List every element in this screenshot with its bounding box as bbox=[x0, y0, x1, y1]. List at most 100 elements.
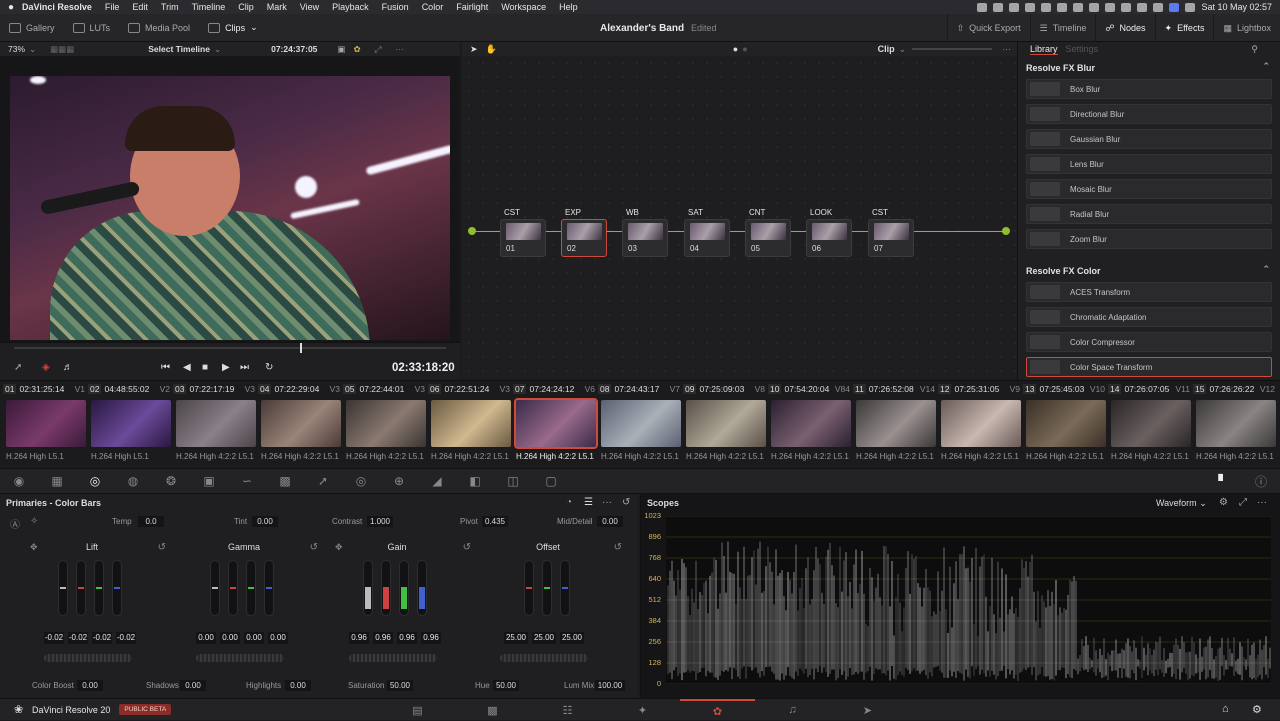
color-page-icon[interactable]: ✿ bbox=[680, 699, 755, 721]
output-node-dot[interactable] bbox=[1002, 227, 1010, 235]
auto-balance-icon[interactable]: Ⓐ bbox=[10, 516, 20, 531]
clip-image[interactable] bbox=[941, 400, 1021, 447]
quick-export-button[interactable]: ⇧ Quick Export bbox=[946, 14, 1030, 42]
effect-item[interactable]: Zoom Blur bbox=[1026, 229, 1272, 249]
node-graph[interactable]: CST 01 EXP 02 WB 03 SAT 04 CNT 05 LOOK 0… bbox=[462, 56, 1017, 380]
hand-tool-icon[interactable]: ✋ bbox=[486, 44, 497, 55]
node-mode-select[interactable]: Clip bbox=[878, 44, 895, 54]
offset-green-bar[interactable] bbox=[542, 560, 552, 616]
fusion-page-icon[interactable]: ✦ bbox=[605, 699, 680, 721]
highlights-field[interactable]: 0.00 bbox=[285, 680, 311, 691]
menu-workspace[interactable]: Workspace bbox=[501, 2, 546, 12]
effects-button[interactable]: ✦ Effects bbox=[1154, 14, 1214, 42]
clip-thumbnail[interactable]: 08 07:24:43:17 V7 H.264 High 4:2:2 L5.1 bbox=[598, 381, 683, 465]
layers-icon[interactable]: ◈ bbox=[42, 362, 50, 373]
sizing-icon[interactable]: ▢ bbox=[532, 468, 570, 494]
gamma-green-bar[interactable] bbox=[246, 560, 256, 616]
pointer-tool-icon[interactable]: ➤ bbox=[470, 44, 478, 55]
camera-raw-icon[interactable]: ◉ bbox=[0, 468, 38, 494]
clip-thumbnail[interactable]: 12 07:25:31:05 V9 H.264 High 4:2:2 L5.1 bbox=[938, 381, 1023, 465]
zoom-select[interactable]: 73% bbox=[8, 44, 25, 54]
gain-r-value[interactable]: 0.96 bbox=[373, 632, 393, 644]
node-zoom-slider[interactable] bbox=[912, 48, 993, 50]
gain-jog-wheel[interactable] bbox=[349, 654, 437, 662]
status-icon-4[interactable] bbox=[1025, 2, 1036, 12]
clip-thumbnail[interactable]: 06 07:22:51:24 V3 H.264 High 4:2:2 L5.1 bbox=[428, 381, 513, 465]
effect-item[interactable]: Directional Blur bbox=[1026, 104, 1272, 124]
pivot-field[interactable]: 0.435 bbox=[482, 516, 508, 527]
speaker-icon[interactable]: ♬ bbox=[63, 362, 73, 373]
control-center-icon[interactable] bbox=[1169, 2, 1180, 12]
section-header-color[interactable]: Resolve FX Color ⌃ bbox=[1018, 259, 1280, 282]
section-header-blur[interactable]: Resolve FX Blur ⌃ bbox=[1018, 56, 1280, 79]
status-icon-6[interactable] bbox=[1057, 2, 1068, 12]
clip-thumbnail[interactable]: 09 07:25:09:03 V8 H.264 High 4:2:2 L5.1 bbox=[683, 381, 768, 465]
color-warper-icon[interactable]: ▩ bbox=[266, 468, 304, 494]
wifi-icon[interactable] bbox=[1137, 2, 1148, 12]
gamma-jog-wheel[interactable] bbox=[196, 654, 284, 662]
deliver-page-icon[interactable]: ➤ bbox=[830, 699, 905, 721]
clip-thumbnail[interactable]: 07 07:24:24:12 V6 H.264 High 4:2:2 L5.1 bbox=[513, 381, 598, 465]
offset-wheel[interactable]: Offset ↺ 25.00 25.00 25.00 bbox=[478, 542, 622, 672]
blur-icon[interactable]: ◧ bbox=[456, 468, 494, 494]
clip-image[interactable] bbox=[1196, 400, 1276, 447]
scopes-icon[interactable]: ▘ bbox=[1204, 468, 1242, 494]
reset-icon[interactable]: ↺ bbox=[463, 542, 471, 553]
tab-library[interactable]: Library bbox=[1030, 44, 1058, 55]
lift-r-value[interactable]: -0.02 bbox=[68, 632, 88, 644]
tracker-icon[interactable]: ⊕ bbox=[380, 468, 418, 494]
scrubber[interactable] bbox=[14, 347, 446, 349]
more-icon[interactable]: ··· bbox=[395, 44, 404, 54]
color-wheel-icon[interactable]: ✿ bbox=[353, 44, 360, 55]
loop-icon[interactable]: ↻ bbox=[265, 362, 273, 373]
menu-help[interactable]: Help bbox=[559, 2, 578, 12]
menu-trim[interactable]: Trim bbox=[161, 2, 179, 12]
lift-jog-wheel[interactable] bbox=[44, 654, 132, 662]
luts-button[interactable]: LUTs bbox=[64, 14, 120, 41]
expand-icon[interactable]: ⤢ bbox=[1239, 497, 1247, 508]
primaries-wheels-icon[interactable]: ◎ bbox=[76, 468, 114, 494]
status-icon-1[interactable] bbox=[977, 2, 988, 12]
lift-wheel[interactable]: ✥ Lift ↺ -0.02 -0.02 -0.02 -0.02 bbox=[22, 542, 166, 672]
settings-icon[interactable]: ◔ bbox=[566, 497, 572, 508]
cut-page-icon[interactable]: ▩ bbox=[455, 699, 530, 721]
reset-icon[interactable]: ↺ bbox=[622, 497, 630, 508]
effect-item[interactable]: Mosaic Blur bbox=[1026, 179, 1272, 199]
status-icon-10[interactable] bbox=[1121, 2, 1132, 12]
clip-thumbnail[interactable]: 02 04:48:55:02 V2 H.264 High L5.1 bbox=[88, 381, 173, 465]
effect-item-selected[interactable]: Color Space Transform bbox=[1026, 357, 1272, 377]
clips-button[interactable]: Clips ⌄ bbox=[199, 14, 267, 41]
gain-wheel[interactable]: ✥ Gain ↺ 0.96 0.96 0.96 0.96 bbox=[327, 542, 471, 672]
more-icon[interactable]: ··· bbox=[1257, 497, 1267, 508]
scope-settings-icon[interactable]: ⚙ bbox=[1219, 497, 1228, 508]
clock[interactable]: Sat 10 May 02:57 bbox=[1201, 2, 1272, 12]
lift-master-bar[interactable] bbox=[58, 560, 68, 616]
play-reverse-icon[interactable]: ◀ bbox=[183, 362, 191, 373]
reset-icon[interactable]: ↺ bbox=[614, 542, 622, 553]
clip-image[interactable] bbox=[261, 400, 341, 447]
effect-item[interactable]: Radial Blur bbox=[1026, 204, 1272, 224]
expand-icon[interactable]: ⤢ bbox=[375, 44, 382, 55]
node-07[interactable]: 07 bbox=[868, 219, 914, 257]
home-icon[interactable]: ⌂ bbox=[1222, 703, 1229, 715]
playhead[interactable] bbox=[300, 343, 302, 353]
reset-icon[interactable]: ↺ bbox=[310, 542, 318, 553]
timeline-select[interactable]: Select Timeline bbox=[148, 44, 210, 54]
settings-icon[interactable]: ⚙ bbox=[1252, 703, 1262, 716]
scope-type-select[interactable]: Waveform ⌄ bbox=[1156, 498, 1207, 509]
clip-thumbnail[interactable]: 13 07:25:45:03 V10 H.264 High 4:2:2 L5.1 bbox=[1023, 381, 1108, 465]
effect-item[interactable]: Lens Blur bbox=[1026, 154, 1272, 174]
effect-item[interactable]: Box Blur bbox=[1026, 79, 1272, 99]
hue-field[interactable]: 50.00 bbox=[493, 680, 519, 691]
clip-thumbnail[interactable]: 11 07:26:52:08 V14 H.264 High 4:2:2 L5.1 bbox=[853, 381, 938, 465]
clip-image[interactable] bbox=[514, 398, 598, 449]
stop-icon[interactable]: ■ bbox=[202, 362, 208, 373]
gamma-wheel[interactable]: Gamma ↺ 0.00 0.00 0.00 0.00 bbox=[174, 542, 318, 672]
window-icon[interactable]: ◎ bbox=[342, 468, 380, 494]
node-05[interactable]: 05 bbox=[745, 219, 791, 257]
node-06[interactable]: 06 bbox=[806, 219, 852, 257]
node-02[interactable]: 02 bbox=[561, 219, 607, 257]
info-icon[interactable]: ⓘ bbox=[1242, 468, 1280, 494]
lift-blue-bar[interactable] bbox=[112, 560, 122, 616]
menu-playback[interactable]: Playback bbox=[332, 2, 369, 12]
